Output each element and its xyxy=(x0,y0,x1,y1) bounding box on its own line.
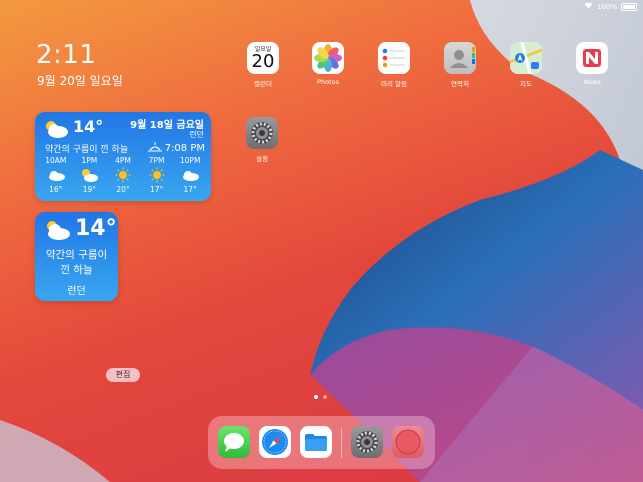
safari-icon[interactable] xyxy=(259,426,291,458)
dock-divider xyxy=(341,428,342,458)
weather-city: 런던 xyxy=(67,286,86,297)
app-reminders[interactable]: 미리 알림 xyxy=(369,42,419,88)
cloud-icon xyxy=(173,165,207,185)
sun-cloud-icon xyxy=(73,165,107,185)
contacts-icon xyxy=(444,42,476,74)
hour-time: 10PM xyxy=(179,156,201,165)
maps-icon xyxy=(510,42,542,74)
hour-temp: 16° xyxy=(49,185,63,194)
hour-item: 4PM 20° xyxy=(106,156,140,194)
condition-line: 낀 하늘 xyxy=(60,264,93,276)
photos-icon xyxy=(312,42,344,74)
status-bar: 100% xyxy=(584,2,637,11)
battery-icon xyxy=(621,2,637,11)
app-news[interactable]: News xyxy=(567,42,617,86)
hour-item: 1PM 19° xyxy=(73,156,107,194)
hour-time: 1PM xyxy=(81,156,98,165)
condition-line: 약간의 구름이 xyxy=(45,249,108,261)
clock-date: 9월 20일 일요일 xyxy=(37,74,123,88)
dock xyxy=(208,416,435,469)
sunset-time: 7:08 PM xyxy=(164,143,205,154)
calendar-day: 20 xyxy=(251,51,275,72)
app-maps[interactable]: 지도 xyxy=(501,42,551,88)
hour-time: 4PM xyxy=(115,156,131,165)
page-indicator[interactable] xyxy=(314,395,327,399)
cloud-icon xyxy=(39,165,73,185)
sun-icon xyxy=(140,165,174,185)
recent-app-icon[interactable] xyxy=(392,426,424,458)
hour-time: 7PM xyxy=(148,156,165,165)
weather-temp: 14° xyxy=(75,216,117,241)
weather-temp: 14° xyxy=(73,117,104,136)
app-label: 연락처 xyxy=(451,80,469,88)
sunset-icon xyxy=(147,142,162,155)
hour-temp: 20° xyxy=(116,185,130,194)
hour-time: 10AM xyxy=(45,156,67,165)
gear-icon xyxy=(246,117,278,149)
wifi-icon xyxy=(584,2,593,11)
app-label: 미리 알림 xyxy=(381,80,407,88)
files-icon[interactable] xyxy=(300,426,332,458)
hour-temp: 17° xyxy=(183,185,197,194)
hour-item: 7PM 17° xyxy=(140,156,174,194)
page-dot-2[interactable] xyxy=(323,395,327,399)
hour-item: 10AM 16° xyxy=(39,156,73,194)
hourly-forecast: 10AM 16° 1PM 19° 4PM 20° 7PM 17° 10PM 17… xyxy=(39,156,207,194)
clock-time: 2:11 xyxy=(36,40,97,70)
page-dot-1[interactable] xyxy=(314,395,318,399)
hour-temp: 17° xyxy=(149,185,164,194)
weather-widget-large[interactable]: 14° 9월 18일 금요일 런던 약간의 구름이 낀 하늘 7:08 PM 1… xyxy=(35,112,211,201)
app-label: Photos xyxy=(317,78,339,86)
sun-cloud-icon xyxy=(42,219,72,245)
weather-city: 런던 xyxy=(189,130,204,139)
gear-icon[interactable] xyxy=(351,426,383,458)
hour-temp: 19° xyxy=(82,185,97,194)
weather-sunset: 7:08 PM xyxy=(147,142,205,155)
app-label: News xyxy=(583,78,601,86)
app-contacts[interactable]: 연락처 xyxy=(435,42,485,88)
app-calendar[interactable]: 일요일 20 캘린더 xyxy=(238,42,288,88)
weather-condition: 약간의 구름이 낀 하늘 xyxy=(45,145,129,155)
hour-item: 10PM 17° xyxy=(173,156,207,194)
news-icon xyxy=(576,42,608,74)
weather-widget-small[interactable]: 14° 약간의 구름이 낀 하늘 런던 xyxy=(35,212,118,301)
battery-percent: 100% xyxy=(596,2,617,11)
sun-icon xyxy=(106,165,140,185)
app-label: 캘린더 xyxy=(254,80,272,88)
sun-cloud-icon xyxy=(42,119,70,143)
app-label: 설정 xyxy=(256,155,268,163)
calendar-icon: 일요일 20 xyxy=(247,42,279,74)
messages-icon[interactable] xyxy=(218,426,250,458)
app-settings[interactable]: 설정 xyxy=(237,117,287,163)
app-label: 지도 xyxy=(520,80,532,88)
app-photos[interactable]: Photos xyxy=(303,42,353,86)
edit-button[interactable]: 편집 xyxy=(106,368,140,382)
reminders-icon xyxy=(378,42,410,74)
weather-condition: 약간의 구름이 낀 하늘 xyxy=(35,248,118,278)
